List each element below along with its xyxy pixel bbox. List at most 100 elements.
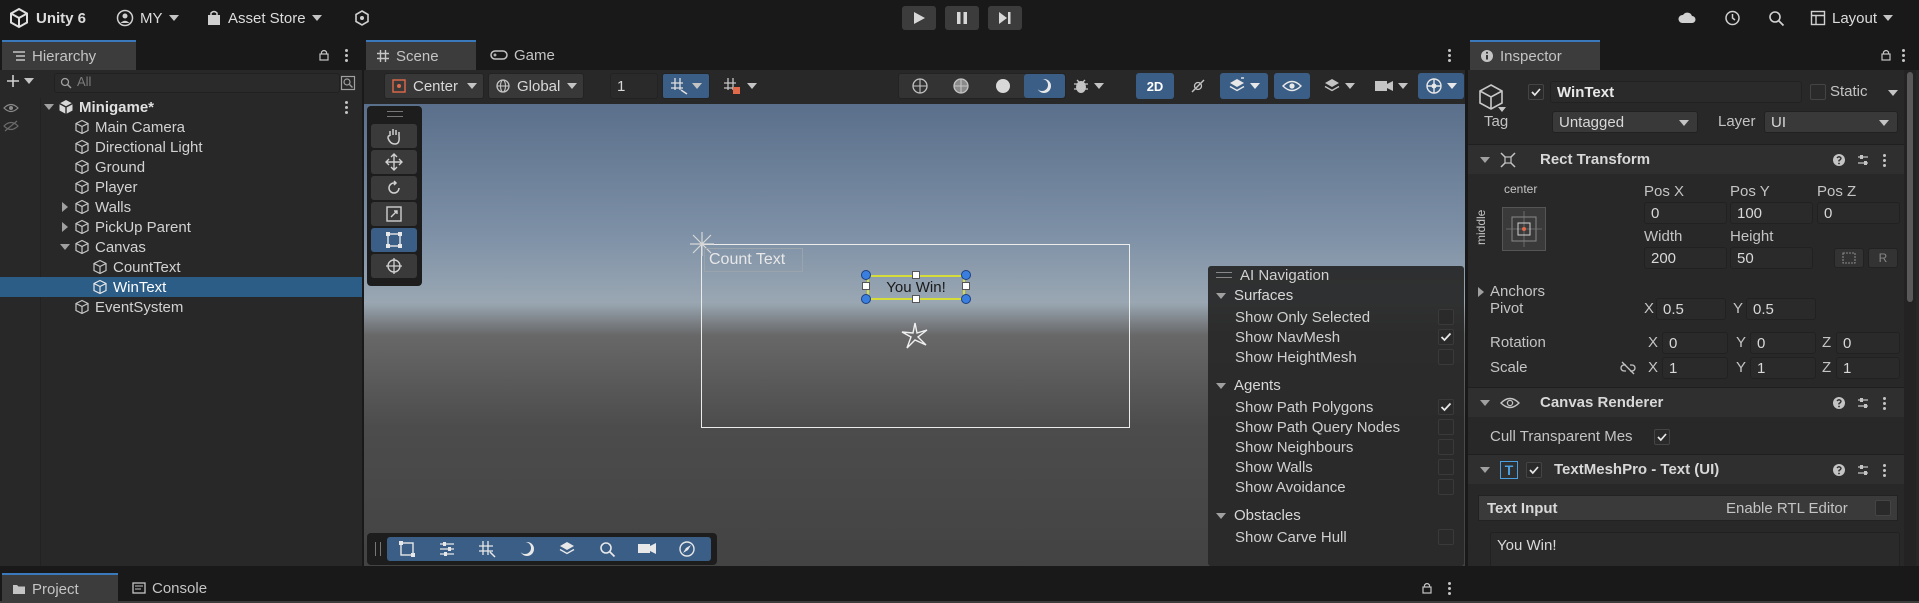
static-checkbox[interactable]	[1810, 84, 1826, 100]
panel-splitter[interactable]	[362, 36, 364, 566]
ai-option-show-avoidance[interactable]: Show Avoidance	[1235, 477, 1346, 497]
search-filter-icon[interactable]	[340, 75, 356, 91]
blueprint-mode-button[interactable]	[1834, 248, 1864, 268]
cloud-button[interactable]	[1677, 6, 1697, 30]
effects-dropdown[interactable]	[1220, 73, 1268, 99]
ai-option-show-heightmesh[interactable]: Show HeightMesh	[1235, 347, 1357, 367]
shading-overlay-button[interactable]	[507, 537, 547, 561]
show-path-query-nodes-checkbox[interactable]	[1438, 419, 1454, 435]
move-tool-button[interactable]	[371, 150, 417, 174]
shaded-wireframe-button[interactable]	[941, 74, 983, 98]
unlit-shading-button[interactable]	[982, 74, 1024, 98]
help-icon[interactable]	[1832, 396, 1846, 410]
search-button[interactable]	[1768, 6, 1785, 30]
component-menu-icon[interactable]	[1882, 153, 1886, 167]
tab-project[interactable]: Project	[2, 573, 118, 603]
pivot-dropdown[interactable]: Center	[384, 73, 484, 99]
hierarchy-menu-icon[interactable]	[344, 48, 348, 62]
hierarchy-item-main-camera[interactable]: Main Camera	[0, 117, 362, 137]
rect-tool-button[interactable]	[371, 228, 417, 252]
gizmos-dropdown[interactable]	[1418, 73, 1464, 99]
scene-visibility-toggle[interactable]	[1274, 73, 1310, 99]
edge-handle[interactable]	[912, 271, 920, 279]
ai-option-show-walls[interactable]: Show Walls	[1235, 457, 1313, 477]
resize-handle[interactable]	[961, 270, 971, 280]
rect-overlay-button[interactable]	[387, 537, 427, 561]
scene-menu-icon[interactable]	[344, 100, 348, 114]
hierarchy-item-walls[interactable]: Walls	[0, 197, 362, 217]
chevron-down-icon[interactable]	[1498, 107, 1506, 112]
drag-handle[interactable]	[375, 542, 381, 556]
scale-x-field[interactable]: 1	[1662, 357, 1728, 379]
width-field[interactable]: 200	[1644, 247, 1727, 269]
ai-option-show-neighbours[interactable]: Show Neighbours	[1235, 437, 1353, 457]
rotate-tool-button[interactable]	[371, 176, 417, 200]
object-active-checkbox[interactable]	[1528, 84, 1544, 100]
rotation-x-field[interactable]: 0	[1662, 332, 1728, 354]
expand-arrow-icon[interactable]	[58, 200, 72, 214]
package-button[interactable]	[353, 6, 371, 30]
asset-store-dropdown[interactable]: Asset Store	[206, 6, 322, 30]
ai-section-surfaces[interactable]: Surfaces	[1216, 287, 1293, 304]
hierarchy-item-ground[interactable]: Ground	[0, 157, 362, 177]
textmeshpro-header[interactable]: T TextMeshPro - Text (UI)	[1468, 454, 1904, 484]
preset-sliders-icon[interactable]	[1856, 396, 1870, 410]
transform-tool-button[interactable]	[371, 254, 417, 278]
panel-splitter[interactable]	[1465, 36, 1468, 566]
count-text-element[interactable]: Count Text	[704, 248, 803, 272]
anchor-gizmo-icon[interactable]	[899, 320, 931, 352]
component-menu-icon[interactable]	[1882, 396, 1886, 410]
hierarchy-item-directional-light[interactable]: Directional Light	[0, 137, 362, 157]
layers-dropdown[interactable]	[1316, 73, 1362, 99]
object-name-field[interactable]: WinText	[1550, 81, 1802, 103]
hierarchy-item-counttext[interactable]: CountText	[0, 257, 362, 277]
rect-transform-header[interactable]: Rect Transform	[1468, 144, 1904, 174]
lock-icon[interactable]	[1421, 582, 1433, 594]
edge-handle[interactable]	[912, 295, 920, 303]
inspector-menu-icon[interactable]	[1901, 48, 1905, 62]
resize-handle[interactable]	[861, 270, 871, 280]
edge-handle[interactable]	[962, 282, 970, 290]
chevron-down-icon[interactable]	[1888, 90, 1898, 96]
tab-game[interactable]: Game	[480, 40, 565, 70]
hierarchy-item-canvas[interactable]: Canvas	[0, 237, 362, 257]
rotation-z-field[interactable]: 0	[1836, 332, 1900, 354]
layer-dropdown[interactable]: UI	[1764, 111, 1898, 133]
scale-tool-button[interactable]	[371, 202, 417, 226]
pos-x-field[interactable]: 0	[1644, 202, 1727, 224]
unity-menu[interactable]: Unity 6	[8, 6, 86, 30]
snap-increment-input[interactable]: 1	[610, 73, 658, 99]
preset-sliders-icon[interactable]	[1856, 153, 1870, 167]
rotation-y-field[interactable]: 0	[1750, 332, 1816, 354]
ai-section-obstacles[interactable]: Obstacles	[1216, 507, 1301, 524]
hierarchy-search-input[interactable]: All	[54, 73, 340, 93]
anchor-presets-button[interactable]	[1502, 207, 1546, 251]
tab-hierarchy[interactable]: Hierarchy	[2, 40, 136, 70]
show-walls-checkbox[interactable]	[1438, 459, 1454, 475]
component-menu-icon[interactable]	[1882, 463, 1886, 477]
expand-arrow-icon[interactable]	[58, 220, 72, 234]
debug-draw-dropdown[interactable]	[1070, 73, 1106, 99]
resize-handle[interactable]	[961, 294, 971, 304]
drag-handle[interactable]	[1216, 272, 1232, 278]
show-heightmesh-checkbox[interactable]	[1438, 349, 1454, 365]
history-button[interactable]	[1723, 6, 1741, 30]
step-button[interactable]	[988, 6, 1022, 30]
show-path-polygons-checkbox[interactable]	[1438, 399, 1454, 415]
show-avoidance-checkbox[interactable]	[1438, 479, 1454, 495]
preset-sliders-icon[interactable]	[1856, 463, 1870, 477]
unlink-icon[interactable]	[1620, 361, 1636, 375]
inspector-scrollbar[interactable]	[1904, 70, 1916, 566]
cull-transparent-checkbox[interactable]	[1654, 429, 1670, 445]
lock-icon[interactable]	[318, 49, 330, 61]
mode-2d-toggle[interactable]: 2D	[1136, 73, 1174, 99]
hand-tool-button[interactable]	[371, 124, 417, 148]
hierarchy-item-eventsystem[interactable]: EventSystem	[0, 297, 362, 317]
ai-option-show-path-query-nodes[interactable]: Show Path Query Nodes	[1235, 417, 1400, 437]
pos-y-field[interactable]: 100	[1730, 202, 1813, 224]
resize-handle[interactable]	[861, 294, 871, 304]
tag-dropdown[interactable]: Untagged	[1552, 111, 1698, 133]
text-input-area[interactable]: You Win!	[1490, 532, 1900, 566]
bottom-menu-icon[interactable]	[1447, 581, 1451, 595]
tool-settings-button[interactable]	[427, 537, 467, 561]
